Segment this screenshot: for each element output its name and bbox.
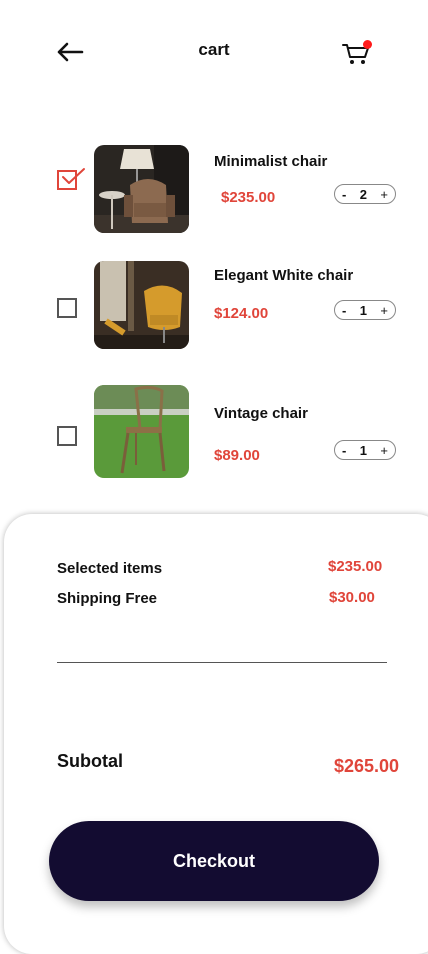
checkout-button[interactable]: Checkout — [49, 821, 379, 901]
armchair-with-lamp-image — [94, 145, 189, 233]
item-name: Vintage chair — [214, 405, 308, 422]
shipping-value: $30.00 — [329, 589, 375, 606]
product-image-minimalist[interactable] — [94, 145, 189, 233]
decrease-button[interactable]: - — [342, 303, 346, 318]
shipping-label: Shipping Free — [57, 590, 158, 607]
divider — [57, 662, 387, 663]
item-name: Elegant White chair — [214, 267, 354, 284]
quantity-value: 1 — [359, 302, 367, 318]
item-name: Minimalist chair — [214, 153, 328, 170]
notification-dot — [363, 40, 372, 49]
subtotal-value: $265.00 — [334, 756, 400, 776]
cart-button[interactable] — [338, 36, 378, 70]
increase-button[interactable]: + — [380, 303, 388, 318]
quantity-value: 2 — [359, 186, 367, 202]
selected-items-value: $235.00 — [328, 558, 383, 575]
selected-items-label: Selected items — [57, 560, 163, 577]
increase-button[interactable]: + — [380, 187, 388, 202]
checkout-label: Checkout — [172, 850, 255, 871]
wooden-chair-on-grass-image — [94, 385, 189, 478]
checkmark-icon — [62, 168, 85, 184]
quantity-stepper: - 1 + — [334, 440, 396, 460]
decrease-button[interactable]: - — [342, 187, 346, 202]
decrease-button[interactable]: - — [342, 443, 346, 458]
item-price: $89.00 — [214, 447, 260, 464]
item-price: $124.00 — [214, 305, 269, 322]
increase-button[interactable]: + — [380, 443, 388, 458]
item-checkbox-elegant[interactable] — [57, 298, 77, 318]
item-checkbox-minimalist[interactable] — [57, 168, 85, 190]
item-price: $235.00 — [221, 189, 276, 206]
quantity-value: 1 — [359, 442, 367, 458]
quantity-stepper: - 2 + — [334, 184, 396, 204]
item-checkbox-vintage[interactable] — [57, 426, 77, 446]
quantity-stepper: - 1 + — [334, 300, 396, 320]
product-image-vintage[interactable] — [94, 385, 189, 478]
yellow-egg-chair-image — [94, 261, 189, 349]
subtotal-label: Subotal — [57, 751, 123, 771]
product-image-elegant[interactable] — [94, 261, 189, 349]
